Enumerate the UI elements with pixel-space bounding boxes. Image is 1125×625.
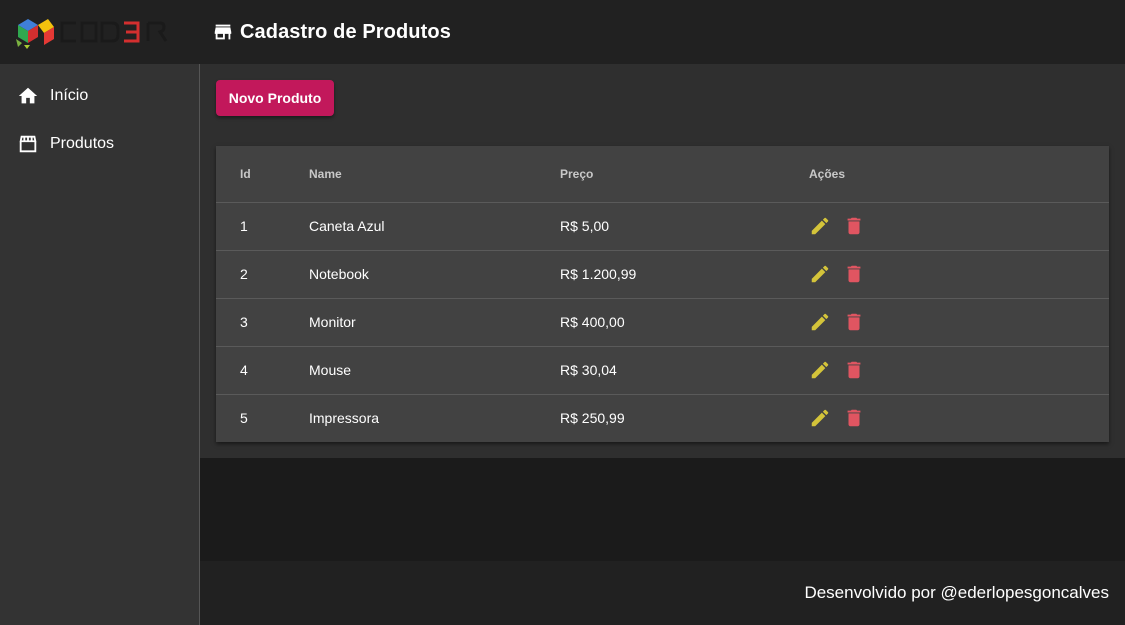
column-header-actions: Ações xyxy=(809,166,846,181)
table-row: 5 Impressora R$ 250,99 xyxy=(216,393,1109,442)
cell-name: Impressora xyxy=(309,393,560,442)
sidebar: Início Produtos xyxy=(0,64,200,625)
table-header-row: Id Name Preço Ações xyxy=(216,146,1109,202)
trash-icon xyxy=(847,217,861,235)
cell-actions xyxy=(809,345,1109,394)
page-title-group: Cadastro de Produtos xyxy=(212,20,451,44)
cell-id: 4 xyxy=(216,345,309,394)
pencil-icon xyxy=(811,265,829,283)
cell-price: R$ 5,00 xyxy=(560,201,809,250)
main-content: Novo Produto Id Name Preço Ações 1 Canet… xyxy=(200,64,1125,458)
cell-id: 2 xyxy=(216,249,309,298)
edit-button[interactable] xyxy=(809,263,831,285)
edit-button[interactable] xyxy=(809,215,831,237)
table-row: 2 Notebook R$ 1.200,99 xyxy=(216,249,1109,298)
cell-actions xyxy=(809,201,1109,250)
cell-name: Notebook xyxy=(309,249,560,298)
edit-button[interactable] xyxy=(809,359,831,381)
cod3r-logo xyxy=(16,19,168,49)
trash-icon xyxy=(847,361,861,379)
cell-price: R$ 250,99 xyxy=(560,393,809,442)
cell-name: Monitor xyxy=(309,297,560,346)
cell-name: Caneta Azul xyxy=(309,201,560,250)
cell-actions xyxy=(809,393,1109,442)
edit-button[interactable] xyxy=(809,407,831,429)
store-icon xyxy=(19,135,37,153)
cell-actions xyxy=(809,297,1109,346)
cell-id: 3 xyxy=(216,297,309,346)
app-header: Cadastro de Produtos xyxy=(0,0,1125,64)
delete-button[interactable] xyxy=(843,215,865,237)
trash-icon xyxy=(847,265,861,283)
home-icon xyxy=(18,87,38,104)
products-table: Id Name Preço Ações 1 Caneta Azul R$ 5,0… xyxy=(216,146,1109,442)
sidebar-item-inicio[interactable]: Início xyxy=(0,72,199,120)
trash-icon xyxy=(847,313,861,331)
cell-name: Mouse xyxy=(309,345,560,394)
footer-credit: Desenvolvido por @ederlopesgoncalves xyxy=(804,583,1109,602)
store-icon xyxy=(214,24,232,40)
cell-price: R$ 30,04 xyxy=(560,345,809,394)
trash-icon xyxy=(847,410,861,427)
sidebar-item-label: Início xyxy=(50,87,89,104)
delete-button[interactable] xyxy=(843,359,865,381)
table-row: 1 Caneta Azul R$ 5,00 xyxy=(216,201,1109,250)
delete-button[interactable] xyxy=(843,407,865,429)
column-header-price: Preço xyxy=(560,166,594,181)
sidebar-item-label: Produtos xyxy=(50,135,115,152)
pencil-icon xyxy=(811,409,829,427)
page-title: Cadastro de Produtos xyxy=(240,20,451,43)
pencil-icon xyxy=(811,217,829,235)
new-product-button[interactable]: Novo Produto xyxy=(216,80,334,116)
table-row: 3 Monitor R$ 400,00 xyxy=(216,297,1109,346)
app-footer: Desenvolvido por @ederlopesgoncalves xyxy=(200,561,1125,625)
column-header-name: Name xyxy=(309,166,342,181)
delete-button[interactable] xyxy=(843,263,865,285)
cell-price: R$ 400,00 xyxy=(560,297,809,346)
cell-price: R$ 1.200,99 xyxy=(560,249,809,298)
pencil-icon xyxy=(811,361,829,379)
edit-button[interactable] xyxy=(809,311,831,333)
cell-id: 5 xyxy=(216,393,309,442)
pencil-icon xyxy=(811,313,829,331)
sidebar-item-produtos[interactable]: Produtos xyxy=(0,120,199,168)
table-row: 4 Mouse R$ 30,04 xyxy=(216,345,1109,394)
delete-button[interactable] xyxy=(843,311,865,333)
products-table-card: Id Name Preço Ações 1 Caneta Azul R$ 5,0… xyxy=(216,146,1109,442)
cell-id: 1 xyxy=(216,201,309,250)
cell-actions xyxy=(809,249,1109,298)
column-header-id: Id xyxy=(240,166,251,181)
